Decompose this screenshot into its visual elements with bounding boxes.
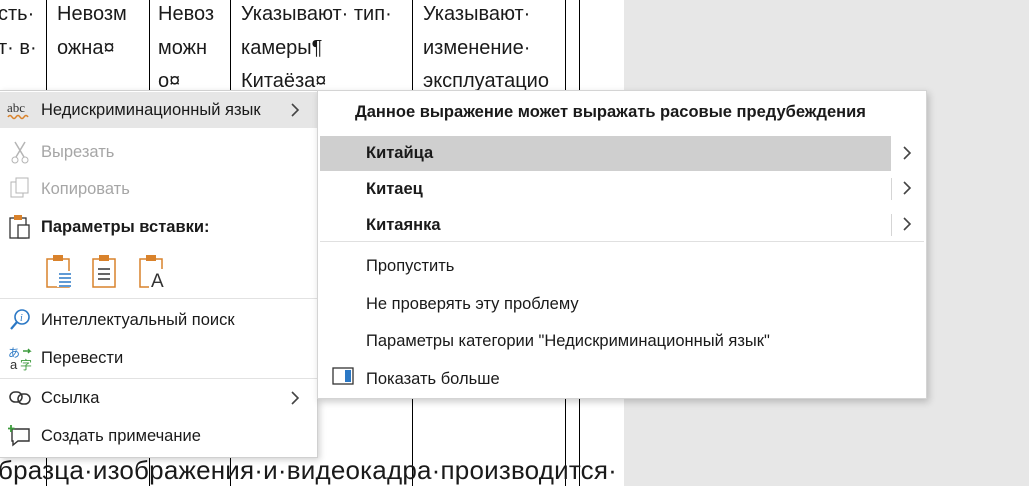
menu-item-label: Создать примечание: [41, 426, 201, 445]
cell-line: Невозм: [57, 3, 127, 25]
cell-line: камеры¶: [241, 36, 323, 59]
cell-line: Указывают·: [423, 3, 531, 25]
submenu-heading: Данное выражение может выражать расовые …: [355, 103, 866, 121]
show-more-icon: [332, 367, 354, 385]
clipboard-icon: [6, 213, 34, 241]
submenu-separator: [320, 241, 924, 242]
translate-icon: あa字: [6, 344, 34, 372]
scissors-icon: [6, 138, 34, 166]
svg-text:a: a: [10, 357, 18, 371]
copy-icon: [6, 175, 34, 203]
menu-item-copy[interactable]: Копировать: [0, 171, 317, 207]
cell-line: сть·: [0, 3, 35, 25]
chevron-right-icon[interactable]: [898, 178, 916, 198]
chevron-right-icon: [291, 103, 300, 117]
show-more-action[interactable]: Показать больше: [366, 370, 500, 389]
dont-check-issue-action[interactable]: Не проверять эту проблему: [366, 295, 579, 314]
svg-text:字: 字: [20, 357, 32, 371]
cell-line: можн: [158, 36, 208, 59]
menu-item-label: Ссылка: [41, 388, 100, 407]
svg-text:abc: abc: [7, 100, 25, 115]
menu-item-label: Недискриминационный язык: [41, 100, 261, 119]
suggestion-label: Китайца: [366, 144, 434, 162]
table-cell: Указывают· тип· камеры¶ Китаёза¤: [241, 0, 392, 99]
svg-text:A: A: [151, 271, 164, 291]
menu-item-smart-lookup[interactable]: i Интеллектуальный поиск: [0, 302, 317, 338]
chevron-right-icon: [291, 391, 300, 405]
split-divider: [891, 214, 892, 236]
category-settings-action[interactable]: Параметры категории "Недискриминационный…: [366, 332, 770, 351]
cell-line: ожна¤: [57, 36, 115, 59]
suggestion-item[interactable]: Китаец: [320, 172, 891, 207]
chevron-right-icon[interactable]: [898, 143, 916, 163]
menu-item-paste-options: Параметры вставки:: [0, 209, 317, 245]
abc-spelling-icon: abc: [6, 96, 34, 124]
menu-item-new-comment[interactable]: Создать примечание: [0, 418, 317, 454]
chevron-right-icon[interactable]: [898, 214, 916, 234]
table-cell: Указывают· изменение· эксплуатацио: [423, 0, 549, 99]
paste-options-row: A: [44, 253, 184, 293]
split-divider: [891, 178, 892, 200]
suggestion-item[interactable]: Китаянка: [320, 208, 891, 243]
menu-item-label: Перевести: [41, 348, 124, 367]
menu-item-inclusive-language[interactable]: abc Недискриминационный язык: [0, 92, 317, 128]
suggestion-label: Китаец: [366, 180, 423, 198]
cell-line: т· в·: [0, 36, 37, 59]
menu-separator: [0, 378, 317, 379]
cell-line: Невоз: [158, 3, 215, 25]
menu-item-link[interactable]: Ссылка: [0, 380, 317, 416]
menu-item-label: Интеллектуальный поиск: [41, 310, 235, 329]
menu-item-label: Вырезать: [41, 142, 115, 161]
paste-text-only-icon[interactable]: A: [137, 253, 169, 292]
smart-lookup-icon: i: [6, 306, 34, 334]
table-cell: Невоз можн о¤: [158, 0, 214, 99]
menu-item-cut[interactable]: Вырезать: [0, 134, 317, 170]
suggestion-label: Китаянка: [366, 216, 441, 234]
paste-keep-formatting-icon[interactable]: [44, 253, 76, 291]
link-icon: [6, 384, 34, 412]
context-menu: abc Недискриминационный язык Вырезать Ко…: [0, 90, 318, 458]
menu-item-translate[interactable]: あa字 Перевести: [0, 340, 317, 376]
paste-options-label: Параметры вставки:: [41, 217, 210, 236]
paste-merge-formatting-icon[interactable]: [90, 253, 122, 291]
body-text: бразца·изображения·и·видеокадра·производ…: [0, 455, 618, 485]
cell-line: Указывают· тип·: [241, 3, 392, 25]
menu-separator: [0, 298, 317, 299]
ignore-action[interactable]: Пропустить: [366, 257, 454, 276]
table-cell: сть· т· в·: [0, 0, 37, 65]
menu-item-label: Копировать: [41, 179, 130, 198]
new-comment-icon: [6, 422, 34, 450]
inclusive-language-submenu: Данное выражение может выражать расовые …: [317, 90, 927, 399]
cell-line: изменение·: [423, 36, 531, 59]
suggestion-item[interactable]: Китайца: [320, 136, 891, 171]
svg-text:i: i: [20, 313, 23, 324]
table-cell: Невозм ожна¤: [57, 0, 127, 65]
